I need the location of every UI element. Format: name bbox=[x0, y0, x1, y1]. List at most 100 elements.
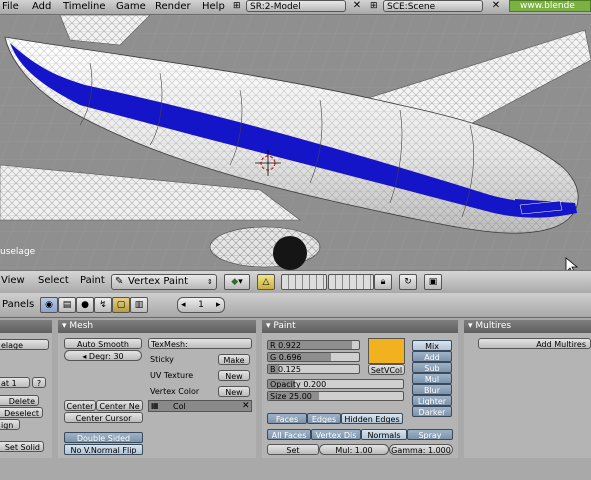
layer-icon: ▦ bbox=[151, 401, 159, 410]
mode-mul[interactable]: Mul bbox=[412, 373, 452, 384]
link-panel-title bbox=[0, 320, 52, 333]
multires-title: Multires bbox=[475, 321, 512, 331]
menu-add[interactable]: Add bbox=[32, 0, 51, 14]
r-slider[interactable]: R 0.922 bbox=[267, 340, 360, 350]
no-v-normal-flip-toggle[interactable]: No V.Normal Flip bbox=[64, 444, 143, 455]
center-button[interactable]: Center bbox=[64, 400, 96, 411]
draw-mode-icon: ◆ bbox=[231, 277, 239, 287]
layer-buttons-b[interactable] bbox=[328, 274, 374, 290]
object-name-label: uselage bbox=[0, 247, 36, 257]
auto-smooth-toggle[interactable]: Auto Smooth bbox=[64, 338, 142, 349]
vertex-color-layer[interactable]: ▦ Col ✕ bbox=[148, 400, 252, 412]
material-index-field[interactable]: at 1 bbox=[0, 377, 30, 388]
object-name-field[interactable]: elage bbox=[0, 339, 49, 350]
faces-toggle[interactable]: Faces bbox=[267, 413, 307, 424]
edit-icon: ▢ bbox=[116, 300, 126, 310]
panels-label[interactable]: Panels bbox=[2, 299, 34, 310]
menu-game[interactable]: Game bbox=[116, 0, 146, 14]
hidden-edges-toggle[interactable]: Hidden Edges bbox=[341, 413, 403, 424]
screen-select[interactable]: SR:2-Model bbox=[246, 0, 346, 12]
g-slider[interactable]: G 0.696 bbox=[267, 352, 360, 362]
mode-blur[interactable]: Blur bbox=[412, 384, 452, 395]
scene-browse-icon[interactable]: ⊞ bbox=[370, 1, 378, 11]
col-layer-name: Col bbox=[173, 402, 186, 411]
logic-context-button[interactable]: ◉ bbox=[40, 297, 58, 313]
sphere-icon: ● bbox=[81, 300, 89, 310]
lock-button[interactable]: 🔒︎ bbox=[374, 274, 392, 290]
script-context-button[interactable]: ▤ bbox=[58, 297, 76, 313]
all-faces-toggle[interactable]: All Faces bbox=[267, 429, 311, 440]
uv-texture-new-button[interactable]: New bbox=[218, 370, 250, 381]
sticky-label: Sticky bbox=[150, 355, 174, 364]
delete-button[interactable]: Delete bbox=[0, 395, 39, 406]
3d-viewport[interactable]: uselage bbox=[0, 15, 591, 270]
normals-toggle[interactable]: Normals bbox=[361, 429, 407, 440]
center-new-button[interactable]: Center Ne bbox=[96, 400, 143, 411]
paint-title: Paint bbox=[273, 321, 296, 331]
camera-view-button[interactable]: ↻ bbox=[399, 274, 417, 290]
menu-timeline[interactable]: Timeline bbox=[63, 0, 106, 14]
add-multires-button[interactable]: Add Multires bbox=[478, 338, 591, 349]
double-sided-toggle[interactable]: Double Sided bbox=[64, 432, 143, 443]
editing-context-button[interactable]: ▢ bbox=[112, 297, 130, 313]
menu-render[interactable]: Render bbox=[155, 0, 191, 14]
menu-view[interactable]: View bbox=[1, 275, 25, 286]
mode-sub[interactable]: Sub bbox=[412, 362, 452, 373]
delete-layer-icon[interactable]: ✕ bbox=[242, 401, 250, 411]
menu-file[interactable]: File bbox=[2, 0, 19, 14]
vertex-color-label: Vertex Color bbox=[150, 387, 200, 396]
set-solid-button[interactable]: Set Solid bbox=[0, 441, 44, 452]
setvcol-button[interactable]: SetVCol bbox=[368, 364, 405, 375]
layer-buttons-a[interactable] bbox=[281, 274, 327, 290]
scene-close-icon[interactable]: ✕ bbox=[490, 0, 502, 12]
menu-select[interactable]: Select bbox=[38, 275, 69, 286]
mode-select-label: Vertex Paint bbox=[128, 276, 189, 287]
vertex-color-new-button[interactable]: New bbox=[218, 386, 250, 397]
size-slider[interactable]: Size 25.00 bbox=[267, 391, 404, 401]
screen-browse-icon[interactable]: ⊞ bbox=[233, 1, 241, 11]
sticky-make-button[interactable]: Make bbox=[218, 354, 250, 365]
spray-toggle[interactable]: Spray bbox=[407, 429, 453, 440]
mul-field[interactable]: Mul: 1.00 bbox=[319, 444, 389, 455]
menu-help[interactable]: Help bbox=[202, 0, 225, 14]
object-context-button[interactable]: ↯ bbox=[94, 297, 112, 313]
edges-toggle[interactable]: Edges bbox=[307, 413, 341, 424]
page-number-field[interactable]: ◂ 1 ▸ bbox=[177, 297, 225, 313]
opacity-slider-label: Opacity 0.200 bbox=[270, 380, 327, 389]
opacity-slider[interactable]: Opacity 0.200 bbox=[267, 379, 404, 389]
set-button[interactable]: Set bbox=[267, 444, 319, 455]
assign-button[interactable]: ign bbox=[0, 419, 20, 430]
airplane-mesh-render bbox=[0, 15, 591, 270]
b-slider-label: B 0.125 bbox=[270, 365, 301, 374]
scene-select[interactable]: SCE:Scene bbox=[383, 0, 483, 12]
center-cursor-button[interactable]: Center Cursor bbox=[64, 412, 143, 423]
color-swatch[interactable] bbox=[368, 338, 405, 364]
occlude-button[interactable]: △ bbox=[257, 274, 275, 290]
vertex-dist-toggle[interactable]: Vertex Dis bbox=[311, 429, 361, 440]
panels-area: elage at 1 ? Delete Deselect ign Set Sol… bbox=[0, 318, 591, 480]
mode-lighter[interactable]: Lighter bbox=[412, 395, 452, 406]
mode-add[interactable]: Add bbox=[412, 351, 452, 362]
b-slider[interactable]: B 0.125 bbox=[267, 364, 360, 374]
r-slider-label: R 0.922 bbox=[270, 341, 302, 350]
mode-mix[interactable]: Mix bbox=[412, 340, 452, 351]
menu-paint[interactable]: Paint bbox=[80, 275, 105, 286]
material-question-button[interactable]: ? bbox=[32, 377, 46, 388]
mode-select[interactable]: ✎ Vertex Paint ⇕ bbox=[111, 274, 217, 290]
updown-icon: ⇕ bbox=[207, 278, 213, 286]
multires-panel: Add Multires bbox=[464, 333, 591, 458]
mode-darker[interactable]: Darker bbox=[412, 406, 452, 417]
logic-icon: ◉ bbox=[45, 300, 53, 310]
scene-context-button[interactable]: ▥ bbox=[130, 297, 148, 313]
texmesh-field[interactable]: TexMesh: bbox=[148, 338, 252, 349]
screen-close-icon[interactable]: ✕ bbox=[351, 0, 363, 12]
draw-mode-button[interactable]: ◆▾ bbox=[224, 274, 250, 290]
deselect-button[interactable]: Deselect bbox=[0, 407, 43, 418]
uv-texture-label: UV Texture bbox=[150, 371, 194, 380]
website-link[interactable]: www.blende bbox=[509, 0, 591, 12]
gamma-field[interactable]: Gamma: 1.000 bbox=[389, 444, 453, 455]
shading-context-button[interactable]: ● bbox=[76, 297, 94, 313]
degr-field[interactable]: ◂ Degr: 30 bbox=[64, 350, 142, 361]
render-button[interactable]: ▣ bbox=[424, 274, 442, 290]
object-icon: ↯ bbox=[99, 300, 107, 310]
